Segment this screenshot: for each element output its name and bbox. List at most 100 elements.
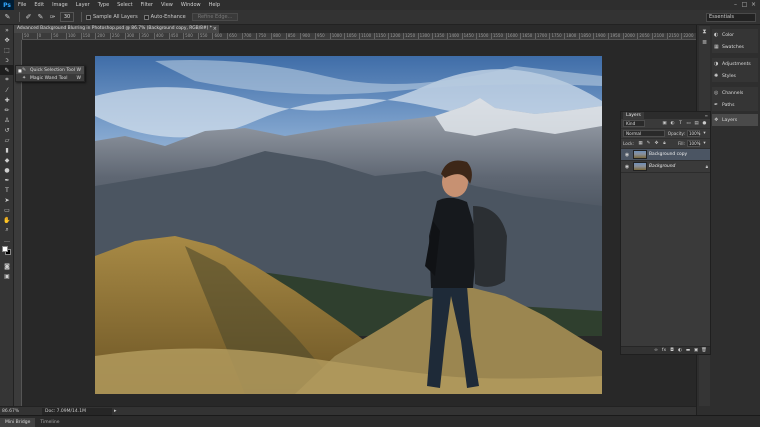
lock-transparency-icon[interactable]: ▦ (637, 140, 644, 147)
layer-style-icon[interactable]: fx (660, 348, 668, 353)
ruler-origin[interactable] (14, 33, 22, 40)
document-tab[interactable]: Advanced Background Blurring in Photosho… (14, 25, 219, 33)
subtract-from-selection-icon[interactable]: ✑ (48, 13, 57, 22)
layer-name[interactable]: Background (649, 164, 706, 169)
filter-type-icon[interactable]: T (677, 120, 684, 127)
vertical-ruler[interactable] (14, 40, 22, 406)
marquee-tool-icon[interactable]: ⬚ (0, 45, 14, 55)
filter-smart-object-icon[interactable]: ▤ (693, 120, 700, 127)
link-layers-icon[interactable]: ∞ (652, 348, 660, 353)
filter-pixel-icon[interactable]: ▣ (661, 120, 668, 127)
type-tool-icon[interactable]: T (0, 185, 14, 195)
horizontal-ruler[interactable]: 50 0 50 100 150 200 250 300 350 400 450 500 550 600 65… (22, 33, 696, 40)
minimize-button[interactable]: – (731, 0, 740, 10)
lock-pixels-icon[interactable]: ✎ (645, 140, 652, 147)
menu-image[interactable]: Image (48, 0, 72, 10)
visibility-eye-icon[interactable]: ◉ (623, 164, 631, 170)
dock-item-paths[interactable]: ✒ Paths (712, 99, 758, 111)
history-brush-tool-icon[interactable]: ↺ (0, 125, 14, 135)
new-group-icon[interactable]: ▬ (684, 348, 692, 353)
refine-edge-button[interactable]: Refine Edge... (191, 13, 239, 21)
zoom-level[interactable]: 86.67% (2, 409, 24, 414)
new-layer-icon[interactable]: ▣ (692, 348, 700, 353)
fill-field[interactable]: 100% (687, 140, 700, 147)
eraser-tool-icon[interactable]: ▱ (0, 135, 14, 145)
healing-brush-tool-icon[interactable]: ✚ (0, 95, 14, 105)
dock-item-layers[interactable]: ❖ Layers (712, 114, 758, 126)
lock-position-icon[interactable]: ✥ (653, 140, 660, 147)
dock-item-swatches[interactable]: ▦ Swatches (712, 41, 758, 53)
dock-item-channels[interactable]: ◎ Channels (712, 87, 758, 99)
tab-timeline[interactable]: Timeline (35, 418, 64, 427)
lasso-tool-icon[interactable]: ↄ (0, 55, 14, 65)
menu-type[interactable]: Type (94, 0, 113, 10)
workspace-select[interactable]: Essentials (706, 13, 756, 22)
gradient-tool-icon[interactable]: ▮ (0, 145, 14, 155)
delete-layer-icon[interactable]: 🗑︎ (700, 348, 708, 353)
dock-item-adjustments[interactable]: ◑ Adjustments (712, 58, 758, 70)
filter-kind-select[interactable]: Kind (623, 120, 645, 127)
history-icon[interactable]: ⧗ (699, 26, 710, 37)
zoom-tool-icon[interactable]: ⌕ (0, 225, 14, 235)
layer-row-background-copy[interactable]: ◉ Background copy (621, 149, 710, 161)
fill-arrow-icon[interactable]: ▾ (701, 140, 708, 147)
color-swatches[interactable] (0, 245, 14, 261)
lock-all-icon[interactable]: 🔒︎ (661, 140, 668, 147)
crop-tool-icon[interactable]: ⌗ (0, 75, 14, 85)
close-document-icon[interactable]: × (213, 25, 217, 33)
brush-tool-icon[interactable]: ✏ (0, 105, 14, 115)
panel-menu-icon[interactable]: ≡ (705, 113, 708, 118)
eyedropper-tool-icon[interactable]: ⁄ (0, 85, 14, 95)
maximize-button[interactable]: □ (740, 0, 749, 10)
menu-edit[interactable]: Edit (30, 0, 48, 10)
dock-item-styles[interactable]: ✺ Styles (712, 70, 758, 82)
move-tool-icon[interactable]: ✥ (0, 35, 14, 45)
dodge-tool-icon[interactable]: ● (0, 165, 14, 175)
brush-size-picker[interactable]: 30 (60, 12, 74, 22)
flyout-item-magic-wand[interactable]: ✦ Magic Wand Tool W (16, 74, 84, 82)
layer-row-background[interactable]: ◉ Background 🔒︎ (621, 161, 710, 173)
clone-stamp-tool-icon[interactable]: ♙ (0, 115, 14, 125)
quick-selection-preset-icon[interactable]: ✎ (3, 13, 12, 22)
dock-item-color[interactable]: ◐ Color (712, 29, 758, 41)
foreground-color-swatch[interactable] (2, 246, 8, 252)
add-mask-icon[interactable]: ◘ (668, 348, 676, 353)
quick-selection-tool-icon[interactable]: ✎ (0, 65, 14, 75)
close-window-button[interactable]: × (749, 0, 758, 10)
pen-tool-icon[interactable]: ✒ (0, 175, 14, 185)
screen-mode-icon[interactable]: ▣ (0, 271, 14, 281)
blend-mode-select[interactable]: Normal (623, 130, 665, 137)
opacity-field[interactable]: 100% (687, 130, 700, 137)
toolbox-collapse-icon[interactable]: » (0, 25, 14, 35)
visibility-eye-icon[interactable]: ◉ (623, 152, 631, 158)
blur-tool-icon[interactable]: ◆ (0, 155, 14, 165)
menu-select[interactable]: Select (113, 0, 136, 10)
new-adjustment-icon[interactable]: ◐ (676, 348, 684, 353)
path-selection-tool-icon[interactable]: ➤ (0, 195, 14, 205)
menu-help[interactable]: Help (205, 0, 224, 10)
menu-layer[interactable]: Layer (72, 0, 94, 10)
flyout-item-quick-selection[interactable]: ■ ✎ Quick Selection Tool W (16, 66, 84, 74)
opacity-arrow-icon[interactable]: ▾ (701, 130, 708, 137)
menu-view[interactable]: View (157, 0, 177, 10)
menu-file[interactable]: File (14, 0, 30, 10)
layer-name[interactable]: Background copy (649, 152, 708, 157)
menu-filter[interactable]: Filter (137, 0, 157, 10)
status-menu-arrow-icon[interactable]: ▸ (114, 408, 117, 414)
more-tools-icon[interactable]: … (0, 235, 14, 245)
layers-tab[interactable]: Layers (623, 112, 644, 119)
menu-window[interactable]: Window (177, 0, 205, 10)
filter-toggle-icon[interactable]: ● (701, 120, 708, 127)
hand-tool-icon[interactable]: ✋ (0, 215, 14, 225)
properties-icon[interactable]: ≣ (699, 37, 710, 48)
layer-lock-icon[interactable]: 🔒︎ (706, 164, 708, 170)
document-photo[interactable] (95, 56, 602, 394)
quick-mask-icon[interactable]: ◙ (0, 261, 14, 271)
add-to-selection-icon[interactable]: ✎ (36, 13, 45, 22)
filter-shape-icon[interactable]: ▭ (685, 120, 692, 127)
filter-adjustment-icon[interactable]: ◐ (669, 120, 676, 127)
layers-empty-area[interactable] (621, 173, 710, 348)
tab-mini-bridge[interactable]: Mini Bridge (0, 418, 36, 427)
canvas-area[interactable] (22, 40, 696, 406)
layers-panel-titlebar[interactable]: Layers ≡ (621, 112, 710, 119)
